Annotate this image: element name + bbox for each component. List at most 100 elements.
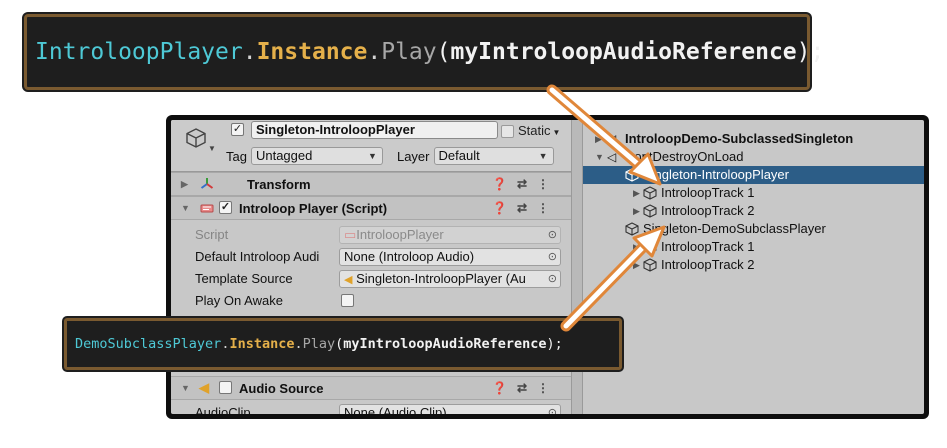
icon-picker-arrow-icon[interactable]: ▼: [208, 144, 216, 153]
hierarchy-row[interactable]: ▶ IntroloopTrack 1: [583, 184, 924, 202]
property-row-default-audio: Default Introloop Audi None (Introloop A…: [171, 246, 571, 268]
hierarchy-scene-row[interactable]: ▶ ◁ IntroloopDemo-SubclassedSingleton: [583, 130, 924, 148]
fold-arrow-icon[interactable]: ▼: [181, 383, 190, 393]
hierarchy-row[interactable]: ▶ IntroloopTrack 1: [583, 238, 924, 256]
hierarchy-item-label: IntroloopTrack 1: [661, 239, 755, 254]
gameobject-cube-icon: [643, 240, 657, 254]
audio-source-title: Audio Source: [239, 380, 324, 396]
hierarchy-item-label: IntroloopTrack 1: [661, 185, 755, 200]
script-icon: [199, 200, 215, 216]
hierarchy-item-label: IntroloopDemo-SubclassedSingleton: [625, 131, 854, 146]
code-open-paren: (: [436, 39, 451, 65]
code-class-name: DemoSubclassPlayer: [75, 336, 222, 352]
default-audio-object-field[interactable]: None (Introloop Audio) ⊙: [339, 248, 561, 266]
layer-dropdown[interactable]: Default ▼: [433, 147, 554, 165]
property-value: IntroloopPlayer: [356, 227, 444, 242]
chevron-down-icon: ▼: [538, 151, 548, 161]
code-snippet-bottom: DemoSubclassPlayer. Instance. Play(myIntro…: [64, 318, 622, 370]
property-row-template-source: Template Source ◀ Singleton-IntroloopPla…: [171, 268, 571, 290]
gameobject-cube-icon: [625, 222, 639, 236]
property-row-audioclip: AudioClip None (Audio Clip) ⊙: [171, 402, 571, 414]
code-dot: .: [221, 336, 230, 352]
object-picker-icon: ⊙: [547, 229, 557, 241]
component-tools[interactable]: ❓⇄⋮: [492, 201, 559, 215]
code-class-name: IntroloopPlayer: [35, 39, 243, 65]
static-label: Static: [518, 123, 551, 138]
hierarchy-dontdestroy-row[interactable]: ▼ ◁ DontDestroyOnLoad: [583, 148, 924, 166]
property-value: None (Introloop Audio): [344, 249, 475, 264]
fold-arrow-icon[interactable]: ▼: [595, 148, 604, 166]
hierarchy-row[interactable]: ▶ IntroloopTrack 2: [583, 256, 924, 274]
property-row-script: Script ▭IntroloopPlayer ⊙: [171, 224, 571, 246]
gameobject-cube-icon: [643, 258, 657, 272]
hierarchy-item-label: IntroloopTrack 2: [661, 203, 755, 218]
fold-arrow-icon[interactable]: ▶: [633, 184, 640, 202]
object-picker-icon[interactable]: ⊙: [548, 271, 557, 287]
layer-label: Layer: [396, 148, 430, 164]
code-method: Play: [302, 336, 336, 352]
unity-editor-window: ▼ ✓ Singleton-IntroloopPlayer Static ▼ Ta…: [166, 115, 929, 419]
static-dropdown-icon[interactable]: ▼: [553, 128, 561, 137]
transform-title: Transform: [247, 176, 311, 192]
scene-icon: ◁: [607, 132, 617, 146]
gameobject-cube-icon: [625, 168, 639, 182]
hierarchy-row[interactable]: Singleton-DemoSubclassPlayer: [583, 220, 924, 238]
gameobject-name-field[interactable]: Singleton-IntroloopPlayer: [251, 121, 498, 139]
property-label: AudioClip: [195, 405, 251, 414]
hierarchy-panel: ▶ ◁ IntroloopDemo-SubclassedSingleton ▼ …: [583, 120, 924, 414]
hierarchy-item-label: DontDestroyOnLoad: [625, 149, 744, 164]
component-tools[interactable]: ❓⇄⋮: [492, 177, 559, 191]
audio-source-icon: ◀: [344, 274, 353, 286]
introloop-player-component-header[interactable]: ▼ ✓ Introloop Player (Script) ❓⇄⋮: [171, 196, 571, 220]
code-argument: myIntroloopAudioReference: [343, 336, 547, 352]
code-dot: .: [294, 336, 303, 352]
fold-arrow-icon[interactable]: ▶: [181, 179, 188, 190]
tag-layer-row: Tag Untagged ▼ Layer Default ▼: [226, 147, 554, 165]
code-close: );: [796, 39, 825, 65]
fold-arrow-icon[interactable]: ▼: [181, 203, 190, 213]
gameobject-active-checkbox[interactable]: ✓: [231, 123, 244, 136]
property-label: Script: [195, 227, 229, 242]
audio-source-component-header[interactable]: ▼ ◀ Audio Source ❓⇄⋮: [171, 376, 571, 400]
hierarchy-item-label: Singleton-DemoSubclassPlayer: [643, 221, 826, 236]
component-enabled-checkbox[interactable]: ✓: [219, 201, 232, 214]
scene-icon: ◁: [607, 150, 617, 164]
code-property: Instance: [229, 336, 295, 352]
hierarchy-item-label: Singleton-IntroloopPlayer: [643, 167, 789, 182]
property-row-play-on-awake: Play On Awake: [171, 290, 571, 312]
hierarchy-row-selected[interactable]: Singleton-IntroloopPlayer: [583, 166, 924, 184]
code-close: );: [546, 336, 563, 352]
speaker-icon: ◀: [199, 380, 209, 395]
gameobject-header: ▼ ✓ Singleton-IntroloopPlayer Static ▼ Ta…: [171, 120, 571, 172]
introloop-player-title: Introloop Player (Script): [239, 200, 388, 216]
hierarchy-row[interactable]: ▶ IntroloopTrack 2: [583, 202, 924, 220]
static-toggle[interactable]: Static ▼: [501, 123, 561, 139]
template-source-object-field[interactable]: ◀ Singleton-IntroloopPlayer (Au ⊙: [339, 270, 561, 288]
code-dot: .: [367, 39, 382, 65]
code-property: Instance: [256, 39, 368, 65]
component-enabled-checkbox[interactable]: [219, 381, 232, 394]
gameobject-cube-icon: [643, 186, 657, 200]
fold-arrow-icon[interactable]: ▶: [633, 202, 640, 220]
gameobject-cube-icon[interactable]: [185, 127, 207, 149]
fold-arrow-icon[interactable]: ▶: [595, 130, 602, 148]
property-value: Singleton-IntroloopPlayer (Au: [356, 271, 526, 286]
code-snippet-top: IntroloopPlayer. Instance. Play(myIntroloo…: [24, 14, 824, 90]
fold-arrow-icon[interactable]: ▶: [633, 256, 640, 274]
script-object-field: ▭IntroloopPlayer ⊙: [339, 226, 561, 244]
play-on-awake-checkbox[interactable]: [341, 294, 354, 307]
tag-dropdown[interactable]: Untagged ▼: [250, 147, 383, 165]
fold-arrow-icon[interactable]: ▶: [633, 238, 640, 256]
component-tools[interactable]: ❓⇄⋮: [492, 381, 559, 395]
code-dot: .: [242, 39, 257, 65]
transform-component-header[interactable]: ▶ Transform ❓⇄⋮: [171, 172, 571, 196]
static-checkbox[interactable]: [501, 125, 514, 139]
chevron-down-icon: ▼: [368, 151, 377, 161]
audioclip-object-field[interactable]: None (Audio Clip) ⊙: [339, 404, 561, 414]
code-argument: myIntroloopAudioReference: [450, 39, 797, 65]
script-file-icon: ▭: [344, 227, 357, 242]
object-picker-icon[interactable]: ⊙: [548, 249, 557, 265]
object-picker-icon[interactable]: ⊙: [548, 405, 557, 414]
property-label: Play On Awake: [195, 293, 283, 308]
layer-value: Default: [438, 148, 480, 163]
